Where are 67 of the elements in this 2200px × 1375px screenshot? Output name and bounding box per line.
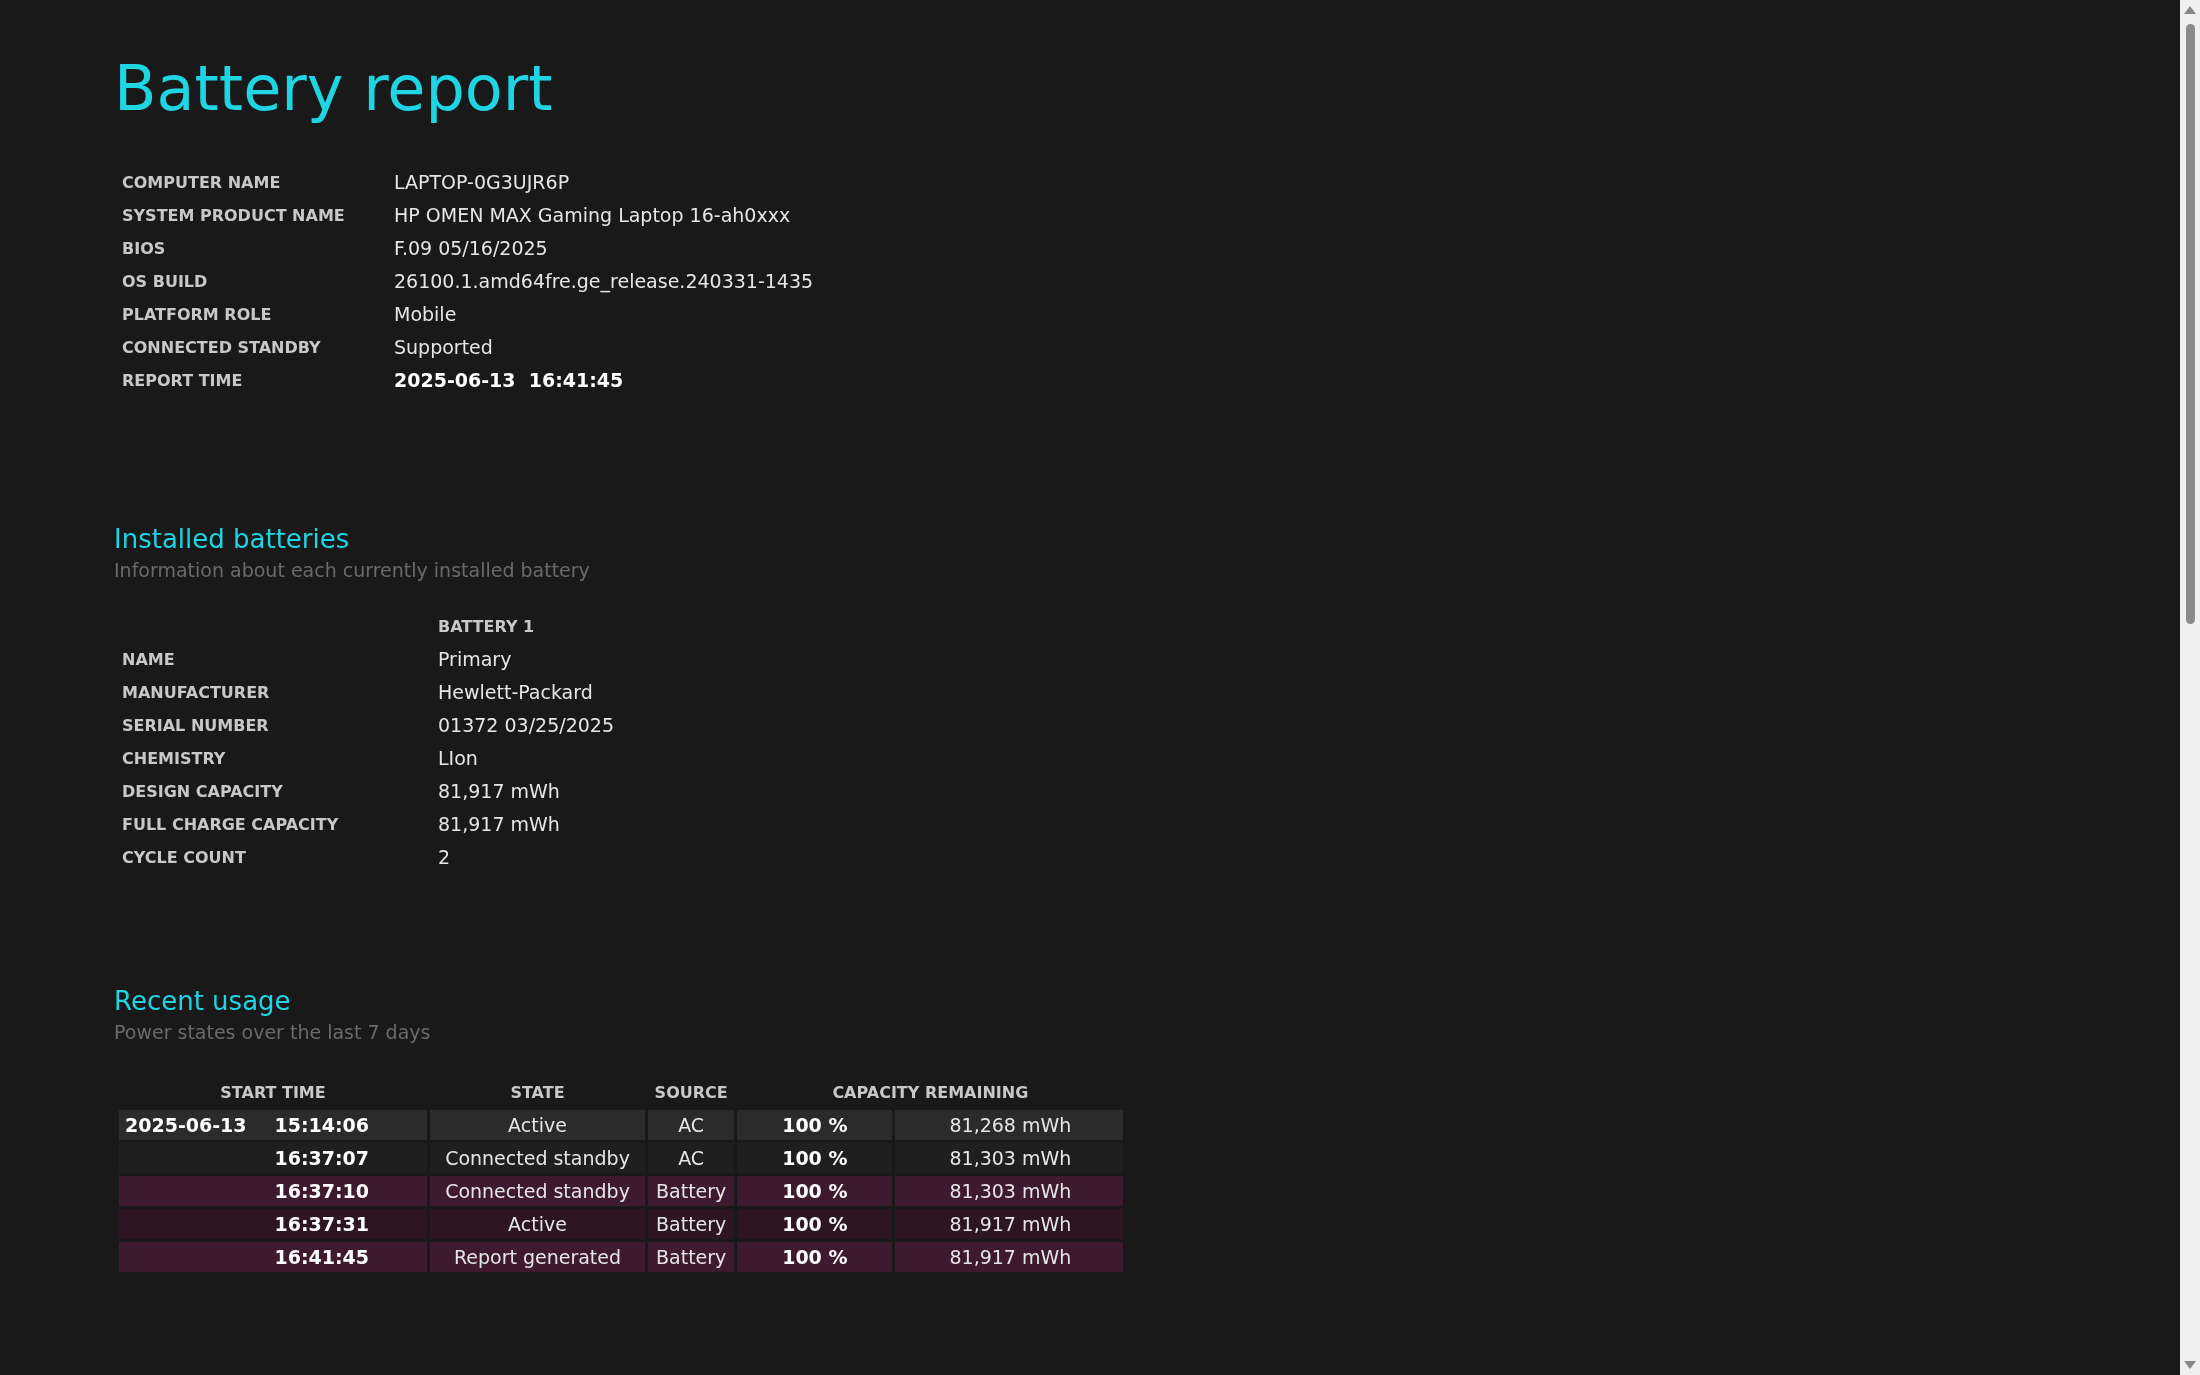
field-value: F.09 05/16/2025 <box>394 236 549 261</box>
table-cell: Connected standby <box>430 1176 645 1206</box>
field-value: 2025-06-13 16:41:45 <box>394 368 625 393</box>
field-label: SYSTEM PRODUCT NAME <box>122 205 346 227</box>
section-heading: Installed batteries <box>114 523 350 556</box>
table-cell: Report generated <box>430 1242 645 1272</box>
field-value: 01372 03/25/2025 <box>438 713 614 738</box>
table-cell: Battery <box>648 1242 735 1272</box>
time-cell-text: 16:37:07 <box>274 1146 370 1171</box>
time-cell-text: 16:37:10 <box>274 1179 370 1204</box>
field-label: PLATFORM ROLE <box>122 304 273 326</box>
field-label: REPORT TIME <box>122 370 244 392</box>
table-cell: 100 % <box>737 1110 893 1140</box>
scroll-up-icon[interactable] <box>2184 6 2196 14</box>
table-cell: 100 % <box>737 1242 893 1272</box>
field-value: 81,917 mWh <box>438 812 561 837</box>
field-label: MANUFACTURER <box>122 682 271 704</box>
table-cell: Connected standby <box>430 1143 645 1173</box>
field-value: Hewlett-Packard <box>438 680 594 705</box>
field-value: Primary <box>438 647 513 672</box>
scrollbar[interactable] <box>2180 0 2200 1375</box>
field-value: Supported <box>394 335 494 360</box>
column-header: SOURCE <box>654 1083 728 1102</box>
scroll-down-icon[interactable] <box>2184 1361 2196 1369</box>
date-cell-text: 2025-06-13 <box>125 1113 247 1138</box>
field-label: NAME <box>122 649 176 671</box>
table-cell: 100 % <box>737 1209 893 1239</box>
field-label: OS BUILD <box>122 271 209 293</box>
field-value: LIon <box>438 746 479 771</box>
field-label: SERIAL NUMBER <box>122 715 270 737</box>
table-cell: Battery <box>648 1176 735 1206</box>
table-cell: Active <box>430 1110 645 1140</box>
field-label: CONNECTED STANDBY <box>122 337 322 359</box>
table-cell: 81,303 mWh <box>895 1143 1124 1173</box>
column-header: BATTERY 1 <box>438 616 536 638</box>
table-cell: 100 % <box>737 1143 893 1173</box>
table-cell: Battery <box>648 1209 735 1239</box>
field-value: Mobile <box>394 302 458 327</box>
column-header: STATE <box>510 1083 565 1102</box>
table-cell: AC <box>648 1110 735 1140</box>
field-value: 2 <box>438 845 452 870</box>
field-value: 81,917 mWh <box>438 779 561 804</box>
field-value: 26100.1.amd64fre.ge_release.240331-1435 <box>394 269 814 294</box>
table-cell: 81,917 mWh <box>895 1242 1124 1272</box>
field-label: FULL CHARGE CAPACITY <box>122 814 340 836</box>
field-value: LAPTOP-0G3UJR6P <box>394 170 571 195</box>
scrollbar-thumb[interactable] <box>2185 24 2195 624</box>
table-cell: 81,268 mWh <box>895 1110 1124 1140</box>
section-subtitle: Information about each currently installed battery <box>114 557 590 583</box>
table-cell: 81,303 mWh <box>895 1176 1124 1206</box>
section-subtitle: Power states over the last 7 days <box>114 1019 431 1045</box>
field-label: CHEMISTRY <box>122 748 227 770</box>
column-header: START TIME <box>220 1083 326 1102</box>
table-cell: Active <box>430 1209 645 1239</box>
field-label: CYCLE COUNT <box>122 847 247 869</box>
field-value: HP OMEN MAX Gaming Laptop 16-ah0xxx <box>394 203 792 228</box>
table-cell: 100 % <box>737 1176 893 1206</box>
field-label: DESIGN CAPACITY <box>122 781 284 803</box>
section-heading: Recent usage <box>114 985 291 1018</box>
table-cell: 81,917 mWh <box>895 1209 1124 1239</box>
time-cell-text: 16:41:45 <box>274 1245 370 1270</box>
field-label: BIOS <box>122 238 167 260</box>
column-header: CAPACITY REMAINING <box>832 1083 1029 1102</box>
time-cell-text: 15:14:06 <box>274 1113 370 1138</box>
table-cell: AC <box>648 1143 735 1173</box>
field-label: COMPUTER NAME <box>122 172 282 194</box>
time-cell-text: 16:37:31 <box>274 1212 370 1237</box>
